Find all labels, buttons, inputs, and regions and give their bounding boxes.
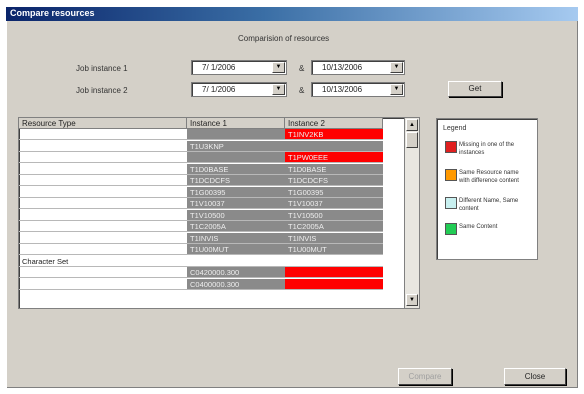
cell-resource-type [19, 187, 187, 198]
legend-swatch-diff-name [445, 197, 457, 209]
table-row[interactable]: T1DCDCFS T1DCDCFS [19, 175, 405, 186]
cell-instance-1: T1C2005A [187, 221, 285, 232]
job2-from-dropdown-icon[interactable]: ▼ [272, 84, 285, 95]
cell-instance-1: C0400000.300 [187, 278, 285, 290]
legend-swatch-same-content [445, 223, 457, 235]
table-row[interactable]: T1V10037 T1V10037 [19, 198, 405, 209]
cell-instance-2: T1INV2KB [285, 129, 383, 140]
job2-from-value: 7/ 1/2006 [202, 85, 236, 94]
title-bar: Compare resources [6, 7, 578, 21]
table-row[interactable]: T1G00395 T1G00395 [19, 186, 405, 198]
cell-instance-2: T1D0BASE [285, 163, 383, 175]
legend-text-missing: Missing in one of the instances [459, 142, 515, 156]
cell-instance-1: T1D0BASE [187, 163, 285, 175]
job1-from-dropdown-icon[interactable]: ▼ [272, 62, 285, 73]
scroll-up-icon[interactable]: ▲ [406, 119, 418, 131]
job-instance-1-label: Job instance 1 [76, 64, 128, 73]
legend-swatch-same-name [445, 169, 457, 181]
scroll-down-icon[interactable]: ▼ [406, 294, 418, 306]
cell-resource-type [19, 141, 187, 152]
job1-and-label: & [299, 64, 305, 73]
cell-resource-type [19, 129, 187, 140]
cell-resource-type: Character Set [19, 256, 187, 267]
cell-instance-1: C0420000.300 [187, 267, 285, 278]
cell-resource-type [19, 244, 187, 255]
job2-to-date[interactable]: 10/13/2006 ▼ [311, 82, 405, 97]
close-button[interactable]: Close [504, 368, 566, 385]
cell-instance-2 [285, 267, 383, 278]
cell-resource-type [19, 198, 187, 209]
resources-grid[interactable]: Resource Type Instance 1 Instance 2 T1IN… [18, 117, 406, 309]
cell-instance-2: T1G00395 [285, 186, 383, 198]
job2-from-date[interactable]: 7/ 1/2006 ▼ [191, 82, 287, 97]
scroll-thumb[interactable] [406, 132, 418, 148]
table-row[interactable]: C0400000.300 [19, 278, 405, 290]
cell-instance-2 [285, 255, 383, 267]
job2-to-dropdown-icon[interactable]: ▼ [390, 84, 403, 95]
cell-instance-1 [187, 255, 285, 267]
table-row[interactable]: T1C2005A T1C2005A [19, 221, 405, 232]
cell-instance-2: T1PW0EEE [285, 152, 383, 163]
table-row[interactable]: T1U00MUT T1U00MUT [19, 244, 405, 255]
job2-to-value: 10/13/2006 [322, 85, 363, 94]
cell-instance-2 [285, 278, 383, 290]
table-row[interactable]: T1INV2KB [19, 129, 405, 140]
cell-resource-type [19, 221, 187, 232]
window-title: Compare resources [10, 8, 95, 18]
cell-instance-1: T1G00395 [187, 186, 285, 198]
cell-instance-2: T1DCDCFS [285, 175, 383, 186]
cell-instance-2: T1V10037 [285, 198, 383, 209]
grid-vertical-scrollbar[interactable]: ▲ ▼ [404, 117, 420, 309]
column-header-resource-type[interactable]: Resource Type [19, 118, 187, 129]
table-row[interactable]: Character Set [19, 255, 405, 267]
cell-instance-2: T1V10500 [285, 209, 383, 221]
cell-instance-2: T1U00MUT [285, 244, 383, 255]
cell-instance-1: T1U3KNP [187, 140, 285, 152]
cell-resource-type [19, 152, 187, 163]
cell-instance-1: T1U00MUT [187, 244, 285, 255]
get-button[interactable]: Get [448, 81, 502, 97]
cell-resource-type [19, 164, 187, 175]
table-row[interactable]: C0420000.300 [19, 267, 405, 278]
table-row[interactable]: T1V10500 T1V10500 [19, 209, 405, 221]
table-row[interactable]: T1U3KNP [19, 140, 405, 152]
cell-instance-1: T1INVIS [187, 232, 285, 244]
cell-instance-1 [187, 129, 285, 140]
table-row[interactable]: T1D0BASE T1D0BASE [19, 163, 405, 175]
legend-swatch-missing [445, 141, 457, 153]
cell-resource-type [19, 279, 187, 290]
cell-instance-1: T1V10037 [187, 198, 285, 209]
job-instance-2-label: Job instance 2 [76, 86, 128, 95]
legend-text-same-name: Same Resource name with difference conte… [459, 170, 519, 184]
cell-resource-type [19, 267, 187, 278]
legend-panel: Legend Missing in one of the instances S… [436, 118, 538, 260]
job1-to-dropdown-icon[interactable]: ▼ [390, 62, 403, 73]
column-header-instance-1[interactable]: Instance 1 [187, 118, 285, 129]
cell-instance-1 [187, 152, 285, 163]
legend-text-same-content: Same Content [459, 224, 498, 230]
table-row[interactable]: T1INVIS T1INVIS [19, 232, 405, 244]
cell-instance-2: T1INVIS [285, 232, 383, 244]
cell-instance-2 [285, 140, 383, 152]
cell-resource-type [19, 210, 187, 221]
job2-and-label: & [299, 86, 305, 95]
job1-from-date[interactable]: 7/ 1/2006 ▼ [191, 60, 287, 75]
column-header-instance-2[interactable]: Instance 2 [285, 118, 383, 129]
cell-instance-1: T1V10500 [187, 209, 285, 221]
cell-resource-type [19, 233, 187, 244]
legend-title: Legend [443, 125, 467, 132]
job1-to-date[interactable]: 10/13/2006 ▼ [311, 60, 405, 75]
compare-button[interactable]: Compare [398, 368, 452, 385]
job1-from-value: 7/ 1/2006 [202, 63, 236, 72]
comparison-heading: Comparision of resources [238, 34, 330, 43]
legend-text-diff-name: Different Name, Same content [459, 198, 519, 212]
compare-resources-dialog: Compare resources Comparision of resourc… [6, 7, 578, 388]
cell-resource-type [19, 175, 187, 186]
cell-instance-1: T1DCDCFS [187, 175, 285, 186]
cell-instance-2: T1C2005A [285, 221, 383, 232]
job1-to-value: 10/13/2006 [322, 63, 363, 72]
table-row[interactable]: T1PW0EEE [19, 152, 405, 163]
